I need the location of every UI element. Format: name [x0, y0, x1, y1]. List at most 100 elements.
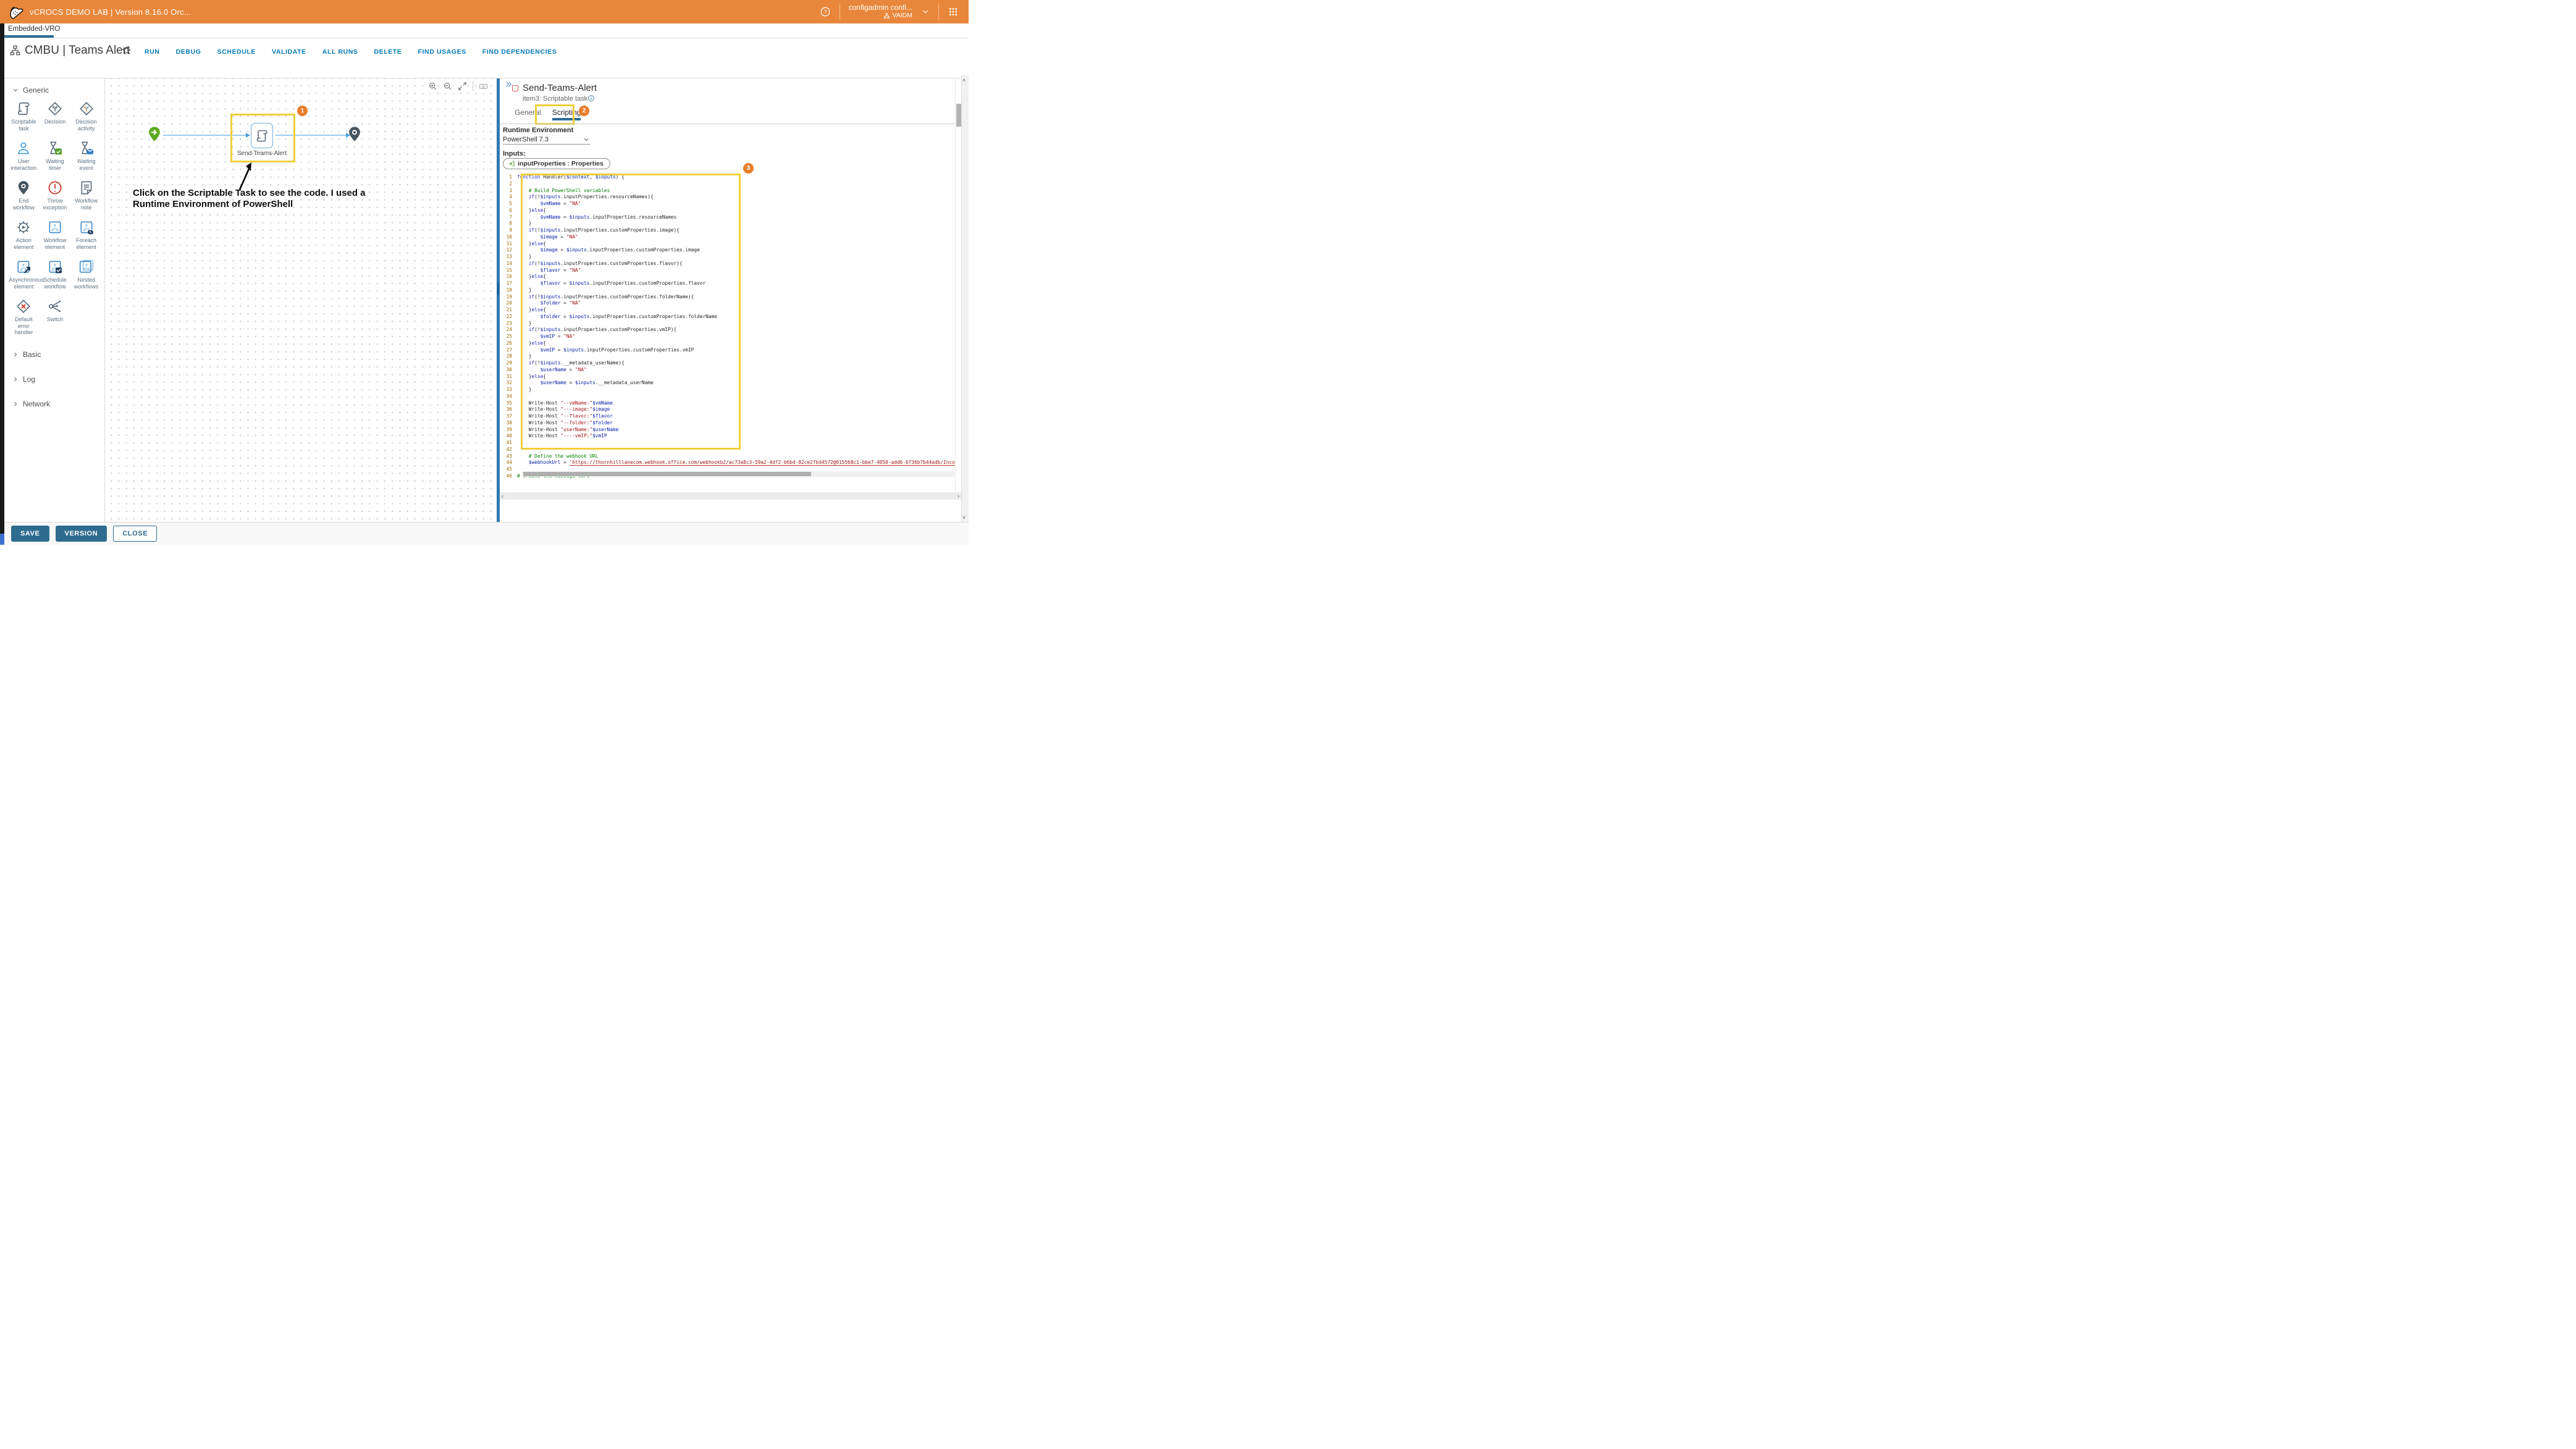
- action-delete[interactable]: DELETE: [374, 48, 402, 56]
- line-number: 46: [500, 473, 517, 480]
- left-edge-bar-accent: [0, 534, 4, 545]
- line-number: 36: [500, 406, 517, 413]
- palette-section-network[interactable]: Network: [4, 392, 104, 416]
- star-icon[interactable]: [122, 46, 132, 56]
- action-run[interactable]: RUN: [145, 48, 160, 56]
- user-menu[interactable]: configadmin confi... VAIDM: [849, 4, 912, 20]
- line-number: 27: [500, 347, 517, 354]
- code-horizontal-scrollbar[interactable]: [522, 471, 954, 477]
- line-number: 12: [500, 247, 517, 254]
- code-text: # Define the webhook URL: [517, 453, 598, 460]
- line-number: 9: [500, 227, 517, 234]
- runtime-environment-value: PowerShell 7.3: [503, 136, 549, 143]
- palette-section-basic[interactable]: Basic: [4, 342, 104, 367]
- scroll-up-icon[interactable]: ˄: [962, 77, 966, 83]
- end-pin-icon: [15, 180, 32, 196]
- palette-item-label: Decision: [44, 119, 66, 125]
- workflow-connectors: [105, 78, 497, 522]
- info-icon[interactable]: [587, 94, 595, 102]
- workflow-schema-icon: [9, 44, 21, 56]
- help-icon[interactable]: ?: [820, 6, 831, 17]
- palette-item-workflow-element[interactable]: Workflow element: [40, 219, 71, 250]
- action-find-dependencies[interactable]: FIND DEPENDENCIES: [482, 48, 557, 56]
- line-number: 41: [500, 440, 517, 447]
- palette-item-waiting-event[interactable]: Waiting event: [70, 140, 102, 171]
- palette-section-generic[interactable]: Generic: [4, 78, 104, 96]
- palette-grid: Scriptable task Decision Decision activity…: [4, 96, 104, 342]
- end-node-icon[interactable]: [346, 125, 363, 143]
- input-properties-pill[interactable]: inputProperties : Properties: [503, 158, 610, 169]
- page-scrollbar[interactable]: [961, 75, 969, 522]
- line-number: 15: [500, 267, 517, 274]
- palette-item-decision[interactable]: Decision: [40, 101, 71, 132]
- palette-item-foreach-element[interactable]: Foreach element: [70, 219, 102, 250]
- palette-item-end-workflow[interactable]: End workflow: [8, 180, 40, 211]
- line-number: 3: [500, 188, 517, 195]
- line-number: 11: [500, 241, 517, 248]
- line-number: 45: [500, 466, 517, 473]
- action-find-usages[interactable]: FIND USAGES: [418, 48, 466, 56]
- switch-icon: [47, 298, 63, 314]
- palette-item-action-element[interactable]: Action element: [8, 219, 40, 250]
- input-arrow-icon: [508, 160, 515, 167]
- line-number: 32: [500, 380, 517, 387]
- palette-section-log[interactable]: Log: [4, 367, 104, 392]
- palette-item-label: End workflow: [9, 198, 38, 211]
- palette-item-label: Waiting event: [72, 158, 101, 171]
- save-button[interactable]: SAVE: [11, 526, 49, 542]
- workflow-actions: RUN DEBUG SCHEDULE VALIDATE ALL RUNS DELETE FI…: [145, 48, 557, 56]
- line-number: 38: [500, 420, 517, 427]
- palette-item-scriptable-task[interactable]: Scriptable task: [8, 101, 40, 132]
- line-number: 37: [500, 413, 517, 420]
- close-button[interactable]: CLOSE: [113, 526, 157, 542]
- panel-splitter[interactable]: [497, 78, 500, 522]
- palette-item-label: Asynchronous element: [9, 277, 38, 290]
- palette-item-default-error-handler[interactable]: Default error handler: [8, 298, 40, 336]
- scroll-down-icon[interactable]: ˅: [962, 514, 966, 521]
- org-chart-icon: [883, 12, 890, 19]
- palette-item-label: Workflow element: [40, 237, 70, 250]
- panel-horizontal-scrollbar[interactable]: ‹›: [500, 492, 961, 500]
- schedule-workflow-icon: [47, 259, 63, 275]
- annotation-callout-1: 1: [297, 106, 308, 116]
- service-tab-strip: Embedded-VRO: [0, 23, 969, 38]
- palette-item-waiting-timer[interactable]: Waiting timer: [40, 140, 71, 171]
- chevron-right-icon: [12, 400, 19, 408]
- schema-canvas[interactable]: Send-Teams-Alert 1 Click on the Scriptab…: [105, 78, 497, 522]
- code-text: $webhookUrl = 'https://thornhilllanecom.…: [517, 460, 955, 466]
- runtime-environment-label: Runtime Environment: [503, 127, 573, 134]
- palette-item-schedule-workflow[interactable]: Schedule workflow: [40, 259, 71, 290]
- line-number: 18: [500, 287, 517, 294]
- panel-splitter-handle[interactable]: [497, 283, 499, 295]
- action-validate[interactable]: VALIDATE: [272, 48, 306, 56]
- app-title: vCROCS DEMO LAB | Version 8.16.0 Orc...: [30, 7, 191, 17]
- palette-collapsed-sections: BasicLogNetwork: [4, 342, 104, 416]
- palette-item-label: Waiting timer: [40, 158, 70, 171]
- palette-item-workflow-note[interactable]: Workflow note: [70, 180, 102, 211]
- async-element-icon: [15, 259, 32, 275]
- palette-item-throw-exception[interactable]: Throw exception: [40, 180, 71, 211]
- action-debug[interactable]: DEBUG: [176, 48, 201, 56]
- palette-item-switch[interactable]: Switch: [40, 298, 71, 336]
- tab-embedded-vro[interactable]: Embedded-VRO: [6, 25, 62, 33]
- chevron-down-icon: [12, 86, 19, 94]
- version-button[interactable]: VERSION: [56, 526, 107, 542]
- app-grid-icon[interactable]: [948, 6, 959, 17]
- action-all-runs[interactable]: ALL RUNS: [322, 48, 358, 56]
- action-schedule[interactable]: SCHEDULE: [217, 48, 256, 56]
- palette-item-label: Nested workflows: [72, 277, 101, 290]
- palette-item-label: Default error handler: [9, 316, 38, 336]
- task-type-icon: [512, 85, 518, 91]
- palette-item-decision-activity[interactable]: Decision activity: [70, 101, 102, 132]
- palette-item-nested-workflows[interactable]: Nested workflows: [70, 259, 102, 290]
- chevron-down-icon[interactable]: [921, 7, 930, 16]
- palette-item-asynchronous-element[interactable]: Asynchronous element: [8, 259, 40, 290]
- annotation-callout-3: 3: [743, 163, 754, 174]
- panel-vertical-scrollbar[interactable]: [955, 78, 961, 492]
- start-node-icon[interactable]: [146, 125, 163, 143]
- palette-item-user-interaction[interactable]: User interaction: [8, 140, 40, 171]
- chevron-down-icon: [583, 136, 590, 143]
- runtime-environment-select[interactable]: PowerShell 7.3: [503, 135, 590, 145]
- element-palette: Generic Scriptable task Decision Decision …: [4, 78, 105, 522]
- line-number: 17: [500, 280, 517, 287]
